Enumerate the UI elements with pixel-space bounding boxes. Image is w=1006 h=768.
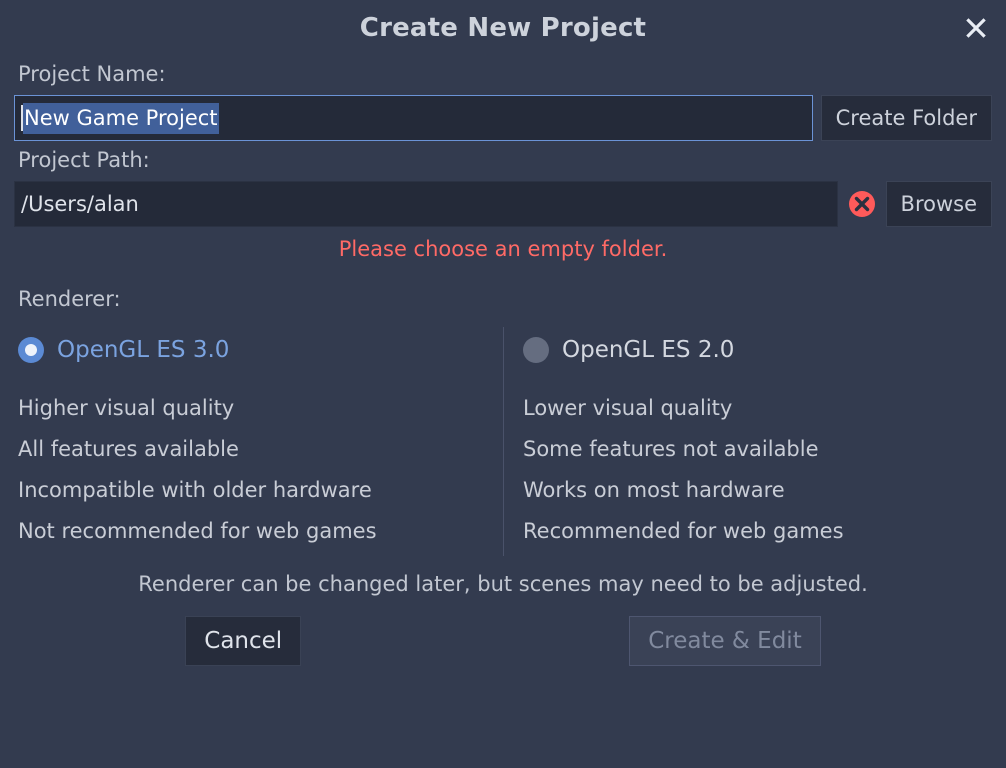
renderer-label: Renderer:	[18, 287, 992, 311]
renderer-footnote: Renderer can be changed later, but scene…	[14, 572, 992, 596]
project-path-value: /Users/alan	[21, 192, 139, 216]
project-name-row: New Game Project Create Folder	[14, 95, 992, 141]
path-error-message: Please choose an empty folder.	[14, 238, 992, 261]
radio-label-opengl-es-3: OpenGL ES 3.0	[57, 339, 229, 362]
close-icon[interactable]	[959, 11, 993, 45]
error-circle-x-icon	[846, 181, 878, 227]
radio-selected-icon	[18, 337, 44, 363]
project-name-label: Project Name:	[18, 63, 992, 86]
create-and-edit-button[interactable]: Create & Edit	[629, 616, 821, 666]
create-new-project-dialog: Create New Project Project Name: New Gam…	[0, 0, 1006, 768]
dialog-titlebar: Create New Project	[0, 0, 1006, 55]
feature-list-opengl-es-2: Lower visual quality Some features not a…	[523, 388, 992, 552]
project-path-label: Project Path:	[18, 149, 992, 172]
radio-opengl-es-2[interactable]: OpenGL ES 2.0	[523, 333, 992, 367]
renderer-column-divider	[503, 327, 504, 556]
project-name-value: New Game Project	[23, 103, 219, 134]
feature-list-opengl-es-3: Higher visual quality All features avail…	[18, 388, 483, 552]
dialog-title: Create New Project	[360, 13, 646, 43]
feature-item: Incompatible with older hardware	[18, 470, 483, 511]
feature-item: Works on most hardware	[523, 470, 992, 511]
dialog-footer: Cancel Create & Edit	[14, 616, 992, 666]
project-path-input[interactable]: /Users/alan	[14, 181, 838, 227]
project-name-input[interactable]: New Game Project	[14, 95, 813, 141]
project-path-row: /Users/alan Browse	[14, 181, 992, 227]
browse-button[interactable]: Browse	[886, 181, 992, 227]
feature-item: Not recommended for web games	[18, 511, 483, 552]
renderer-option-opengl-es-2: OpenGL ES 2.0 Lower visual quality Some …	[503, 333, 992, 552]
cancel-button[interactable]: Cancel	[185, 616, 301, 666]
radio-unselected-icon	[523, 337, 549, 363]
radio-opengl-es-3[interactable]: OpenGL ES 3.0	[18, 333, 483, 367]
renderer-options: OpenGL ES 3.0 Higher visual quality All …	[14, 333, 992, 552]
feature-item: Lower visual quality	[523, 388, 992, 429]
feature-item: Recommended for web games	[523, 511, 992, 552]
feature-item: Higher visual quality	[18, 388, 483, 429]
feature-item: Some features not available	[523, 429, 992, 470]
feature-item: All features available	[18, 429, 483, 470]
dialog-content: Project Name: New Game Project Create Fo…	[0, 63, 1006, 666]
radio-label-opengl-es-2: OpenGL ES 2.0	[562, 339, 734, 362]
renderer-option-opengl-es-3: OpenGL ES 3.0 Higher visual quality All …	[14, 333, 503, 552]
create-folder-button[interactable]: Create Folder	[821, 95, 992, 141]
